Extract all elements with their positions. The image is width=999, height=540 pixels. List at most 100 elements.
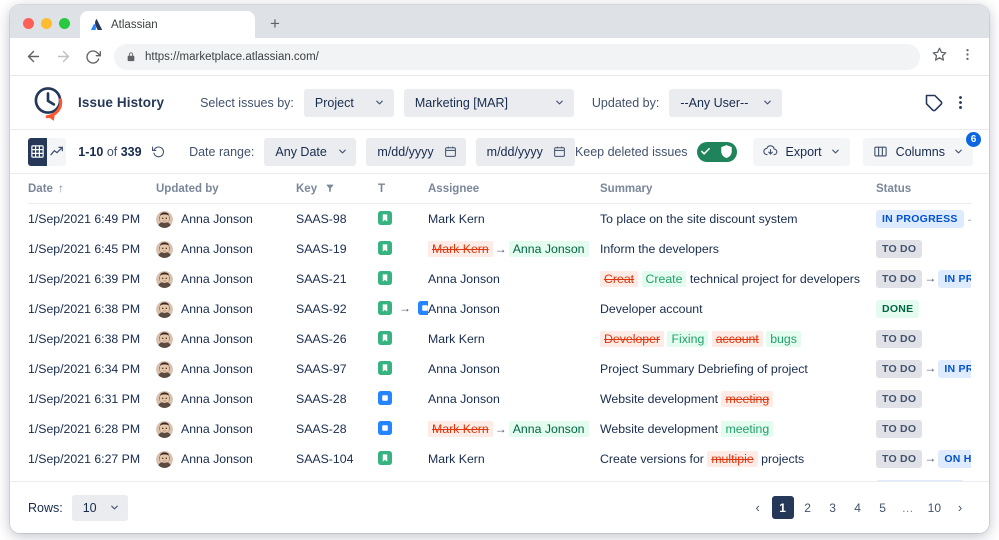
cell-date: 1/Sep/2021 6:26 PM — [28, 474, 156, 481]
table-row[interactable]: 1/Sep/2021 6:49 PM Anna Jonson SAAS-98 Mark… — [28, 204, 971, 235]
diff-removed: Mark Kern — [428, 421, 493, 437]
updated-by-label: Updated by: — [591, 95, 660, 110]
pagination-page[interactable]: 3 — [822, 496, 844, 519]
date-from-input[interactable]: m/dd/yyyy — [366, 137, 466, 166]
project-dropdown[interactable]: Marketing [MAR] — [403, 88, 574, 117]
column-header-type[interactable]: T — [378, 174, 428, 204]
diff-removed: Mark Kern — [428, 241, 493, 257]
cell-updated-by: Anna Jonson — [156, 234, 296, 264]
text-value: Website development — [600, 392, 719, 406]
rows-per-page: Rows: 10 — [28, 494, 128, 521]
cell-key[interactable]: SAAS-19 — [296, 234, 378, 264]
app-menu-icon[interactable] — [947, 90, 973, 116]
column-header-status[interactable]: Status — [876, 174, 971, 204]
chevron-down-icon — [338, 149, 346, 154]
updated-by-name: Anna Jonson — [181, 272, 253, 286]
updated-by-name: Anna Jonson — [181, 302, 253, 316]
keep-deleted-label: Keep deleted issues — [574, 144, 688, 159]
cell-key[interactable]: SAAS-98 — [296, 204, 378, 235]
refresh-icon[interactable] — [152, 145, 165, 158]
cell-date: 1/Sep/2021 6:34 PM — [28, 362, 141, 376]
column-header-assignee[interactable]: Assignee — [428, 174, 600, 204]
grid-view-button[interactable] — [28, 137, 48, 166]
select-issues-by-dropdown[interactable]: Project — [303, 88, 394, 117]
issue-type-task-icon — [418, 300, 428, 315]
issue-history-logo-icon — [34, 86, 63, 121]
cell-assignee: Mark Kern → Anna Jonson — [428, 414, 600, 444]
date-to-input[interactable]: m/dd/yyyy — [475, 137, 575, 166]
cell-assignee: Anna Jonson — [428, 474, 600, 481]
maximize-window-button[interactable] — [59, 18, 70, 29]
column-header-updated-by[interactable]: Updated by — [156, 174, 296, 204]
cell-type — [378, 234, 428, 264]
check-icon — [700, 147, 710, 155]
cloud-download-icon — [762, 145, 777, 156]
browser-menu-icon[interactable] — [960, 47, 975, 67]
cell-updated-by: Anna Jonson — [156, 444, 296, 474]
cell-key[interactable]: SAAS-97 — [296, 354, 378, 384]
cell-type — [378, 204, 428, 235]
new-tab-button[interactable]: + — [261, 11, 289, 38]
feedback-tag-icon[interactable] — [921, 90, 947, 116]
table-row[interactable]: 1/Sep/2021 6:26 PMAnna JonsonSAAS-11→Ann… — [28, 474, 971, 481]
browser-tab[interactable]: Atlassian — [80, 11, 255, 38]
cell-date: 1/Sep/2021 6:38 PM — [28, 332, 141, 346]
diff-removed: Creat — [600, 271, 639, 287]
table-row[interactable]: 1/Sep/2021 6:28 PM Anna Jonson SAAS-28 Mark… — [28, 414, 971, 444]
cell-key[interactable]: SAAS-11 — [296, 474, 378, 481]
pagination-page[interactable]: 4 — [847, 496, 869, 519]
pagination-next[interactable]: › — [949, 496, 971, 519]
updated-by-dropdown[interactable]: --Any User-- — [669, 88, 783, 117]
export-button[interactable]: Export — [752, 137, 850, 166]
table-row[interactable]: 1/Sep/2021 6:38 PM Anna Jonson SAAS-92 → Ann… — [28, 294, 971, 324]
cell-summary: Inform the developers — [600, 234, 876, 264]
cell-updated-by: Anna Jonson — [156, 354, 296, 384]
minimize-window-button[interactable] — [41, 18, 52, 29]
chart-view-button[interactable] — [47, 137, 67, 166]
status-badge: ON HOLD — [938, 450, 971, 468]
status-badge: TO DO — [876, 360, 923, 378]
column-header-summary[interactable]: Summary — [600, 174, 876, 204]
bookmark-star-icon[interactable] — [932, 47, 947, 67]
pagination-page[interactable]: 1 — [771, 496, 794, 519]
cell-key[interactable]: SAAS-104 — [296, 444, 378, 474]
columns-button[interactable]: Columns 6 — [862, 130, 982, 166]
cell-key[interactable]: SAAS-21 — [296, 264, 378, 294]
date-range-value: Any Date — [275, 144, 327, 159]
table-row[interactable]: 1/Sep/2021 6:45 PM Anna Jonson SAAS-19 Mark… — [28, 234, 971, 264]
cell-key[interactable]: SAAS-92 — [296, 294, 378, 324]
text-value: Project Summary Debriefing of project — [600, 362, 808, 376]
reload-icon[interactable] — [84, 48, 102, 66]
rows-per-page-dropdown[interactable]: 10 — [71, 494, 128, 521]
browser-omnibar: https://marketplace.atlassian.com/ — [10, 38, 989, 76]
back-icon[interactable] — [24, 48, 42, 66]
cell-key[interactable]: SAAS-28 — [296, 414, 378, 444]
date-range-dropdown[interactable]: Any Date — [264, 137, 357, 166]
cell-key[interactable]: SAAS-26 — [296, 324, 378, 354]
chevron-down-icon — [764, 100, 772, 105]
column-header-date[interactable]: Date ↑ — [28, 174, 156, 204]
table-row[interactable]: 1/Sep/2021 6:31 PM Anna Jonson SAAS-28 Anna… — [28, 384, 971, 414]
diff-added: bugs — [766, 331, 801, 347]
table-row[interactable]: 1/Sep/2021 6:27 PM Anna Jonson SAAS-104 Mar… — [28, 444, 971, 474]
filter-icon[interactable] — [325, 183, 335, 193]
issue-type-story-icon — [378, 450, 392, 465]
diff-removed: Developer — [600, 331, 665, 347]
url-bar[interactable]: https://marketplace.atlassian.com/ — [114, 43, 920, 70]
cell-type — [378, 414, 428, 444]
rows-label: Rows: — [28, 500, 63, 515]
column-header-key[interactable]: Key — [296, 174, 378, 204]
table-row[interactable]: 1/Sep/2021 6:39 PM Anna Jonson SAAS-21 Anna… — [28, 264, 971, 294]
close-window-button[interactable] — [23, 18, 34, 29]
table-row[interactable]: 1/Sep/2021 6:38 PM Anna Jonson SAAS-26 Mark… — [28, 324, 971, 354]
cell-key[interactable]: SAAS-28 — [296, 384, 378, 414]
table-row[interactable]: 1/Sep/2021 6:34 PM Anna Jonson SAAS-97 Anna… — [28, 354, 971, 384]
pagination-page[interactable]: 5 — [872, 496, 894, 519]
cell-summary: Website development meeting — [600, 414, 876, 444]
keep-deleted-toggle[interactable] — [696, 141, 737, 162]
pagination-prev[interactable]: ‹ — [747, 496, 769, 519]
pagination-page[interactable]: 10 — [923, 496, 946, 519]
pagination-page[interactable]: 2 — [797, 496, 819, 519]
text-value: Anna Jonson — [428, 302, 500, 316]
shield-knob-icon — [720, 145, 732, 158]
